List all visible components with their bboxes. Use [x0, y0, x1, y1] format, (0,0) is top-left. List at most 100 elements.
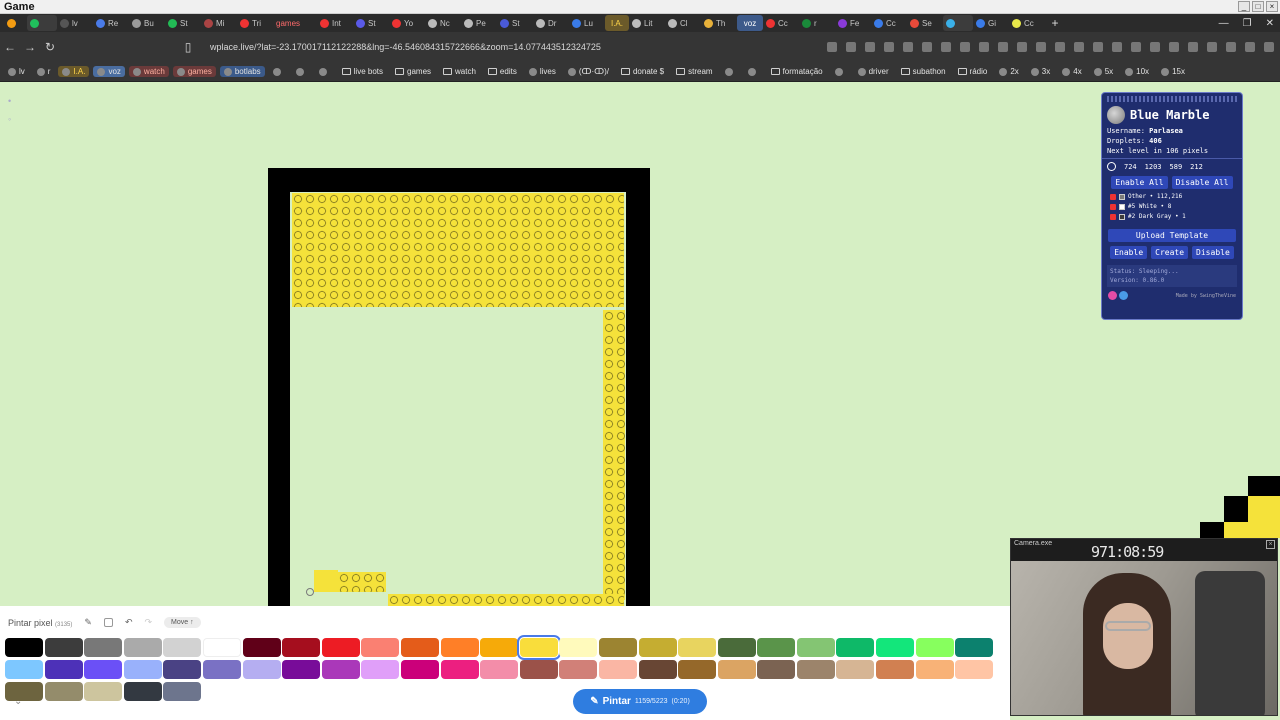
- bookmark-item[interactable]: 15x: [1157, 66, 1189, 77]
- browser-tab[interactable]: Cl: [665, 15, 701, 31]
- browser-tab[interactable]: lv: [57, 15, 93, 31]
- bookmark-item[interactable]: 10x: [1121, 66, 1153, 77]
- checkbox[interactable]: [1110, 194, 1116, 200]
- extension-icon[interactable]: [1093, 42, 1103, 52]
- coord-tile-y[interactable]: 1203: [1145, 163, 1162, 171]
- extension-icon[interactable]: [1036, 42, 1046, 52]
- browser-tab[interactable]: St: [497, 15, 533, 31]
- bookmark-item[interactable]: voz: [93, 66, 125, 77]
- palette-color-swatch[interactable]: [321, 660, 360, 679]
- palette-color-swatch[interactable]: [519, 660, 558, 679]
- create-button[interactable]: Create: [1151, 246, 1189, 259]
- browser-tab[interactable]: games: [273, 15, 317, 31]
- minimize-icon[interactable]: —: [1219, 18, 1229, 29]
- coord-tile-x[interactable]: 724: [1124, 163, 1137, 171]
- palette-color-swatch[interactable]: [321, 638, 360, 657]
- reload-icon[interactable]: ↻: [40, 40, 60, 54]
- extension-icon[interactable]: [1226, 42, 1236, 52]
- extension-icon[interactable]: [1245, 42, 1255, 52]
- bookmark-item[interactable]: lives: [525, 66, 560, 77]
- palette-color-swatch[interactable]: [796, 660, 835, 679]
- browser-tab[interactable]: Pe: [461, 15, 497, 31]
- panel-drag-handle[interactable]: [1107, 96, 1237, 102]
- color-filter-item[interactable]: #5 White • 8: [1110, 202, 1234, 212]
- coord-pixel-y[interactable]: 212: [1190, 163, 1203, 171]
- disable-button[interactable]: Disable: [1192, 246, 1234, 259]
- palette-color-swatch[interactable]: [84, 638, 123, 657]
- url-field[interactable]: wplace.live/?lat=-23.170017112122288&lng…: [210, 42, 601, 52]
- palette-color-swatch[interactable]: [440, 638, 479, 657]
- palette-color-swatch[interactable]: [915, 638, 954, 657]
- palette-color-swatch[interactable]: [123, 660, 162, 679]
- bookmark-item[interactable]: live bots: [338, 66, 387, 77]
- color-filter-item[interactable]: #2 Dark Gray • 1: [1110, 212, 1234, 222]
- extension-icon[interactable]: [1169, 42, 1179, 52]
- palette-color-swatch[interactable]: [163, 638, 202, 657]
- palette-color-swatch[interactable]: [202, 660, 241, 679]
- bookmark-item[interactable]: games: [172, 66, 216, 77]
- palette-color-swatch[interactable]: [678, 638, 717, 657]
- palette-color-swatch[interactable]: [163, 682, 202, 701]
- checkbox[interactable]: [1110, 214, 1116, 220]
- palette-color-swatch[interactable]: [559, 638, 598, 657]
- paint-button[interactable]: ✎ Pintar 1159/5223 (0:20): [573, 689, 707, 714]
- extension-icon[interactable]: [1207, 42, 1217, 52]
- upload-template-button[interactable]: Upload Template: [1108, 229, 1236, 242]
- browser-tab[interactable]: Se: [907, 15, 943, 31]
- extension-icon[interactable]: [1264, 42, 1274, 52]
- palette-color-swatch[interactable]: [123, 682, 162, 701]
- bookmark-item[interactable]: watch: [439, 66, 480, 77]
- forward-icon[interactable]: →: [20, 40, 40, 54]
- browser-tab[interactable]: Fe: [835, 15, 871, 31]
- bookmark-item[interactable]: [292, 67, 311, 77]
- palette-color-swatch[interactable]: [5, 682, 43, 701]
- os-maximize-button[interactable]: □: [1252, 1, 1264, 12]
- extension-icon[interactable]: [1074, 42, 1084, 52]
- browser-tab[interactable]: St: [353, 15, 389, 31]
- palette-color-swatch[interactable]: [282, 638, 321, 657]
- palette-color-swatch[interactable]: [480, 660, 519, 679]
- disable-all-button[interactable]: Disable All: [1171, 176, 1233, 189]
- extension-icon[interactable]: [1131, 42, 1141, 52]
- extension-icon[interactable]: [960, 42, 970, 52]
- browser-tab[interactable]: voz: [737, 15, 763, 31]
- palette-color-swatch[interactable]: [123, 638, 162, 657]
- bookmark-item[interactable]: 2x: [995, 66, 1022, 77]
- enable-all-button[interactable]: Enable All: [1111, 176, 1168, 189]
- palette-color-swatch[interactable]: [836, 638, 875, 657]
- bookmark-item[interactable]: [831, 67, 850, 77]
- palette-color-swatch[interactable]: [796, 638, 835, 657]
- palette-color-swatch[interactable]: [955, 660, 994, 679]
- extension-icon[interactable]: [1112, 42, 1122, 52]
- browser-tab[interactable]: Mi: [201, 15, 237, 31]
- palette-color-swatch[interactable]: [955, 638, 994, 657]
- browser-tab[interactable]: Cc: [763, 15, 799, 31]
- palette-color-swatch[interactable]: [361, 660, 400, 679]
- bookmark-item[interactable]: (ↀ·ↀ)/: [564, 66, 613, 77]
- bookmark-item[interactable]: edits: [484, 66, 521, 77]
- browser-tab[interactable]: Cc: [871, 15, 907, 31]
- palette-color-swatch[interactable]: [598, 638, 637, 657]
- bookmark-item[interactable]: r: [33, 66, 55, 77]
- browser-tab[interactable]: Yo: [389, 15, 425, 31]
- extension-icon[interactable]: [865, 42, 875, 52]
- palette-color-swatch[interactable]: [915, 660, 954, 679]
- save-icon[interactable]: [103, 618, 113, 627]
- extension-icon[interactable]: [922, 42, 932, 52]
- bookmark-item[interactable]: [721, 67, 740, 77]
- palette-color-swatch[interactable]: [516, 635, 561, 660]
- bookmark-item[interactable]: 5x: [1090, 66, 1117, 77]
- browser-tab[interactable]: Dr: [533, 15, 569, 31]
- palette-color-swatch[interactable]: [282, 660, 321, 679]
- palette-color-swatch[interactable]: [5, 638, 43, 657]
- bookmark-item[interactable]: stream: [672, 66, 716, 77]
- palette-color-swatch[interactable]: [876, 638, 915, 657]
- zoom-out-icon[interactable]: ◦: [8, 110, 11, 128]
- palette-color-swatch[interactable]: [757, 638, 796, 657]
- os-close-button[interactable]: ×: [1266, 1, 1278, 12]
- palette-color-swatch[interactable]: [638, 660, 677, 679]
- browser-tab[interactable]: [27, 15, 57, 31]
- palette-color-swatch[interactable]: [836, 660, 875, 679]
- back-icon[interactable]: ←: [0, 40, 20, 54]
- bookmark-icon[interactable]: ▯: [178, 40, 198, 54]
